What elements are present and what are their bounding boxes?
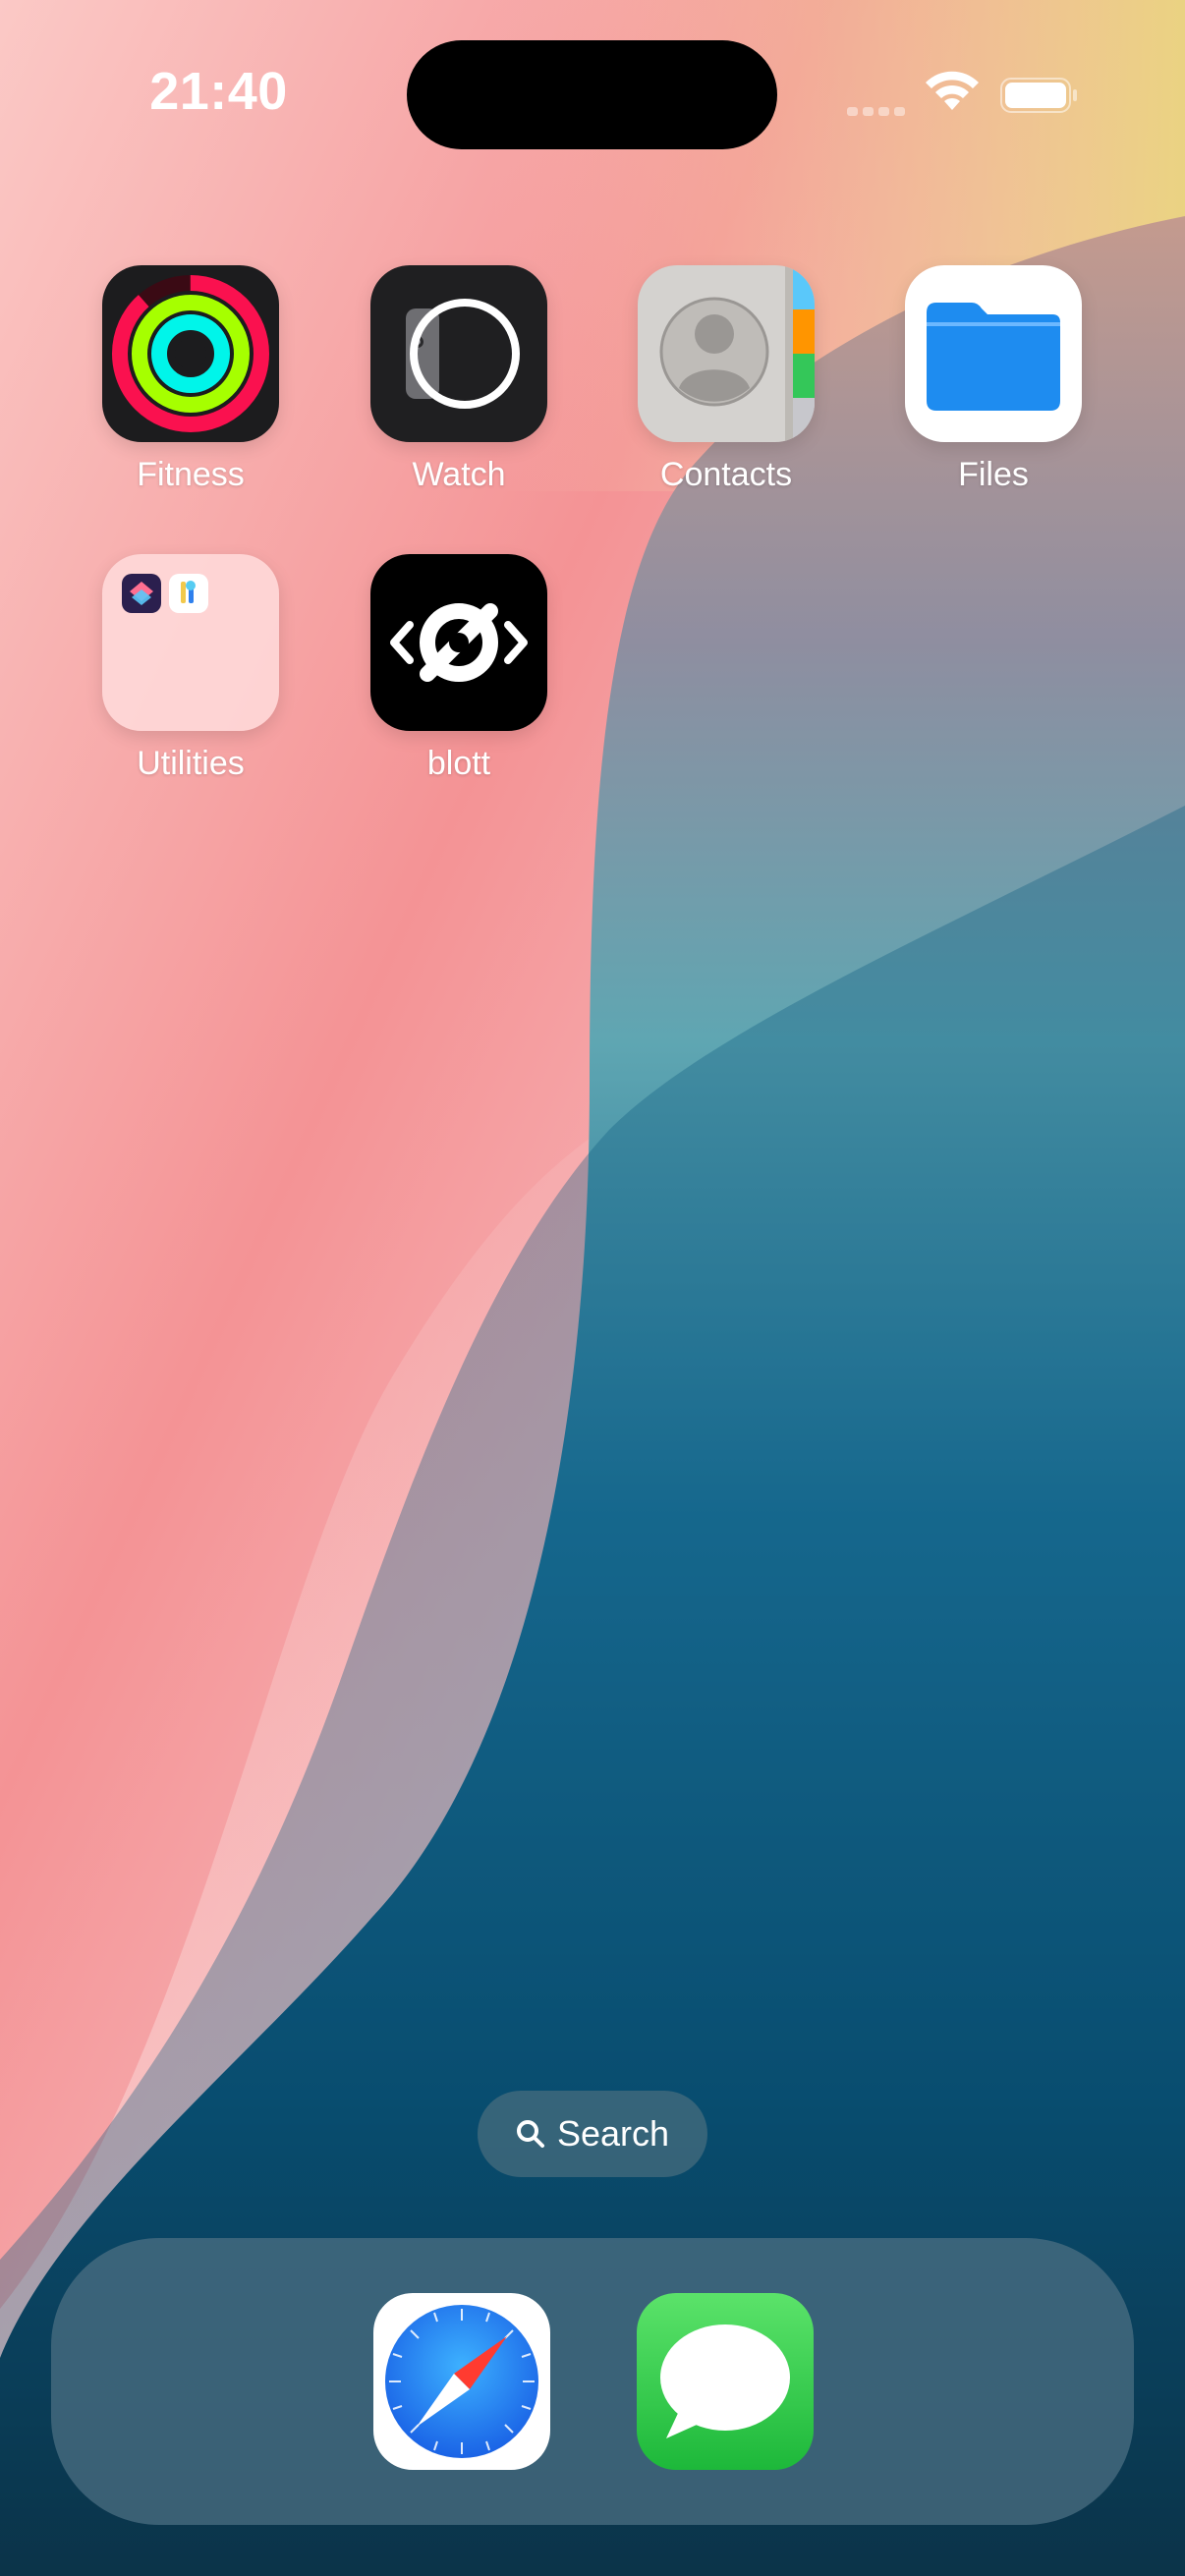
app-label: Fitness (137, 456, 245, 493)
app-label: Watch (412, 456, 506, 493)
cellular-signal-icon (847, 104, 906, 116)
app-label: Utilities (137, 745, 245, 782)
app-utilities-folder[interactable]: Utilities (102, 554, 279, 783)
battery-icon (1000, 78, 1077, 113)
blott-icon (370, 554, 547, 731)
files-folder-icon (905, 265, 1082, 442)
search-label: Search (556, 2113, 670, 2154)
status-time: 21:40 (149, 62, 288, 121)
home-screen: 21:40 Fitness Watch Contacts Files Utili… (0, 0, 1185, 2576)
app-label: blott (426, 745, 491, 782)
search-button[interactable]: Search (478, 2091, 707, 2177)
wifi-icon (926, 71, 979, 110)
dock-app-messages[interactable] (637, 2293, 814, 2470)
app-blott[interactable]: blott (370, 554, 547, 783)
app-label: Contacts (659, 456, 793, 493)
messages-bubble-icon (660, 2324, 790, 2438)
watch-icon (370, 265, 547, 442)
app-label: Files (958, 456, 1029, 493)
dock (51, 2238, 1134, 2525)
fitness-rings-icon (102, 265, 279, 442)
app-files[interactable]: Files (905, 265, 1082, 494)
folder-icon (102, 554, 279, 731)
search-icon (516, 2120, 544, 2148)
dock-app-safari[interactable] (373, 2293, 550, 2470)
app-fitness[interactable]: Fitness (102, 265, 279, 494)
app-contacts[interactable]: Contacts (638, 265, 815, 494)
safari-compass-icon (385, 2305, 538, 2458)
app-watch[interactable]: Watch (370, 265, 547, 494)
dynamic-island (407, 40, 777, 149)
contacts-icon (638, 265, 815, 442)
